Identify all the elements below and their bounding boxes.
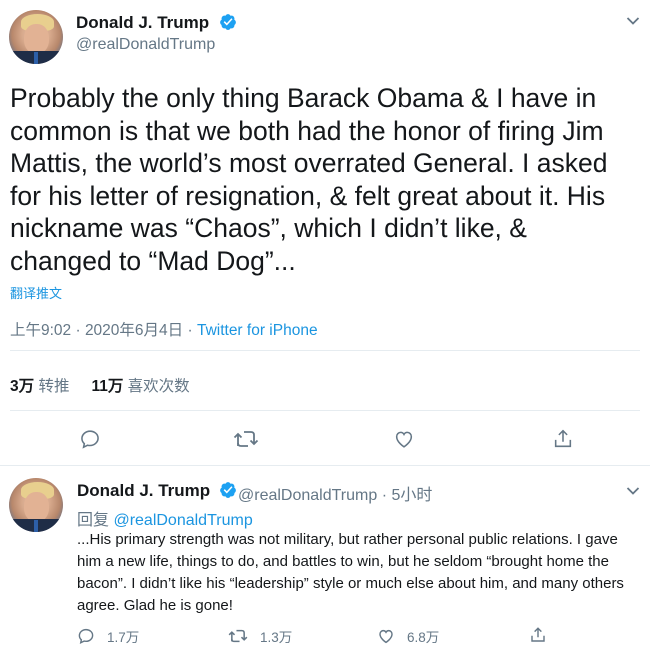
tweet-stats: 3万 转推 11万 喜欢次数 xyxy=(10,374,190,396)
tweet-text: Probably the only thing Barack Obama & I… xyxy=(10,83,608,276)
reply-tweet[interactable]: Donald J. Trump @realDonaldTrump · 5小时 回… xyxy=(0,466,650,666)
like-count: 6.8万 xyxy=(407,630,440,645)
author-name[interactable]: Donald J. Trump xyxy=(76,13,209,33)
divider xyxy=(10,410,640,411)
share-icon xyxy=(554,429,572,448)
retweets-stat[interactable]: 3万 转推 xyxy=(10,378,69,395)
author-handle[interactable]: @realDonaldTrump xyxy=(76,36,215,54)
author-handle[interactable]: @realDonaldTrump xyxy=(238,487,377,504)
replying-to-handle[interactable]: @realDonaldTrump xyxy=(113,512,252,529)
reply-text: ...His primary strength was not military… xyxy=(77,531,624,614)
reply-meta: @realDonaldTrump · 5小时 xyxy=(238,481,432,505)
tweet-meta: 上午9:02 · 2020年6月4日 · Twitter for iPhone xyxy=(10,318,318,340)
time-ago[interactable]: · 5小时 xyxy=(382,487,433,504)
share-icon xyxy=(531,627,545,642)
translate-tweet-link[interactable]: 翻译推文 xyxy=(10,283,62,302)
retweet-count: 1.3万 xyxy=(260,630,293,645)
replying-to: 回复 @realDonaldTrump xyxy=(77,512,253,529)
chevron-down-icon[interactable] xyxy=(626,16,640,26)
reply-button[interactable]: 1.7万 xyxy=(77,626,139,646)
like-button[interactable] xyxy=(393,428,415,450)
retweet-button[interactable] xyxy=(233,428,259,450)
retweet-icon xyxy=(233,431,259,447)
like-button[interactable]: 6.8万 xyxy=(377,626,439,646)
verified-icon xyxy=(220,482,236,498)
retweet-button[interactable]: 1.3万 xyxy=(228,626,292,646)
avatar[interactable] xyxy=(9,478,63,532)
main-tweet: Donald J. Trump @realDonaldTrump Probabl… xyxy=(0,0,650,466)
reply-button[interactable] xyxy=(79,428,101,450)
verified-icon xyxy=(220,14,236,30)
reply-icon xyxy=(81,430,99,449)
divider xyxy=(10,350,640,351)
like-icon xyxy=(379,629,393,644)
author-name[interactable]: Donald J. Trump xyxy=(77,481,210,501)
retweet-icon xyxy=(228,629,248,643)
like-icon xyxy=(395,431,413,448)
avatar[interactable] xyxy=(9,10,63,64)
reply-count: 1.7万 xyxy=(107,630,140,645)
share-button[interactable] xyxy=(529,626,559,644)
reply-icon xyxy=(78,628,94,645)
timestamp[interactable]: 上午9:02 · 2020年6月4日 · xyxy=(10,322,197,339)
source-link[interactable]: Twitter for iPhone xyxy=(197,322,318,339)
chevron-down-icon[interactable] xyxy=(626,486,640,496)
likes-stat[interactable]: 11万 喜欢次数 xyxy=(91,378,189,395)
share-button[interactable] xyxy=(552,428,574,450)
